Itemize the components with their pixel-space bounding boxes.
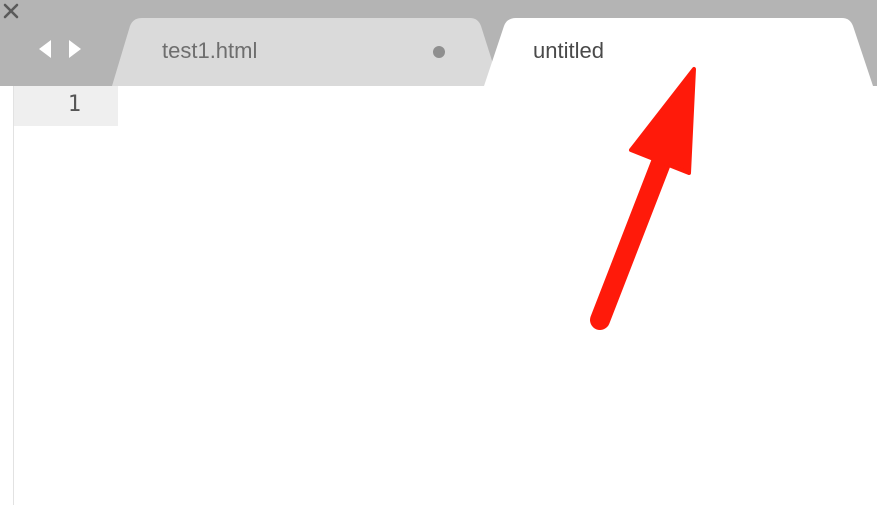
- line-number: 1: [67, 92, 81, 117]
- close-icon[interactable]: [0, 0, 22, 22]
- line-gutter: 1: [14, 86, 118, 126]
- red-arrow-annotation: [590, 67, 696, 330]
- tab-bar: test1.html untitled: [0, 0, 877, 86]
- tab-nav-arrows: [34, 36, 90, 62]
- tab-test1-label: test1.html: [162, 38, 258, 63]
- text-editor-area[interactable]: [118, 86, 877, 505]
- back-icon[interactable]: [34, 36, 58, 62]
- forward-icon[interactable]: [62, 36, 86, 62]
- modified-dot-icon[interactable]: [433, 46, 445, 58]
- editor-window: test1.html untitled 1: [0, 0, 877, 505]
